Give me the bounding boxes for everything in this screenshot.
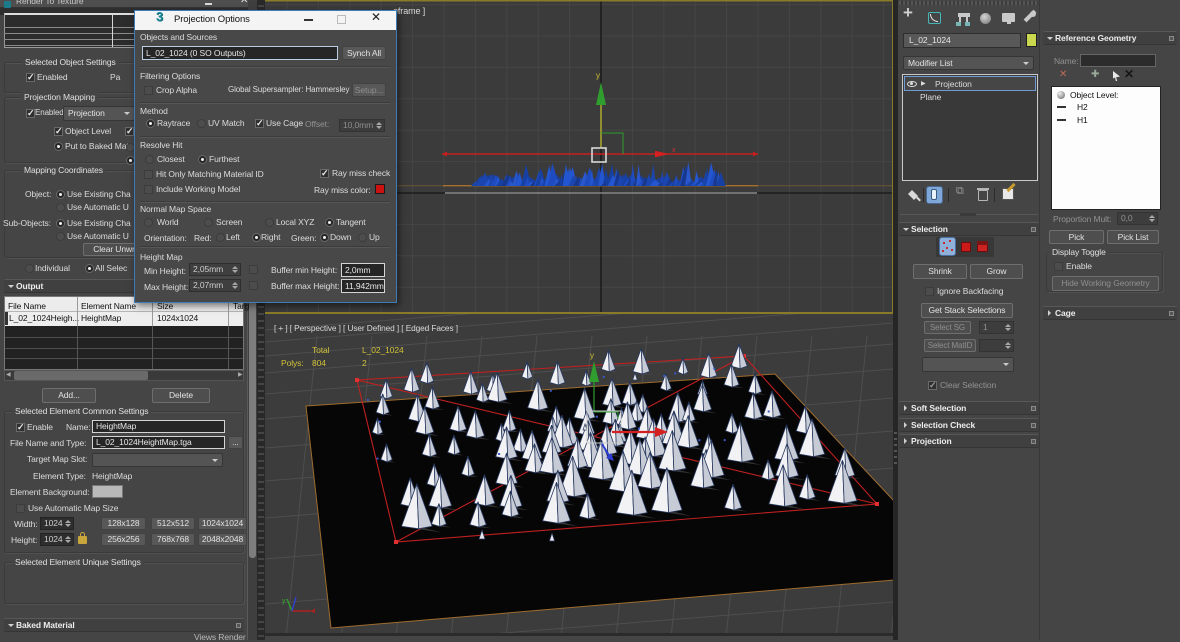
svg-text:y: y <box>590 351 594 360</box>
svg-text:804: 804 <box>312 358 326 368</box>
svg-text:Polys:: Polys: <box>281 358 304 368</box>
svg-text:Total: Total <box>312 345 330 355</box>
svg-text:L_02_1024: L_02_1024 <box>362 345 404 355</box>
svg-text:y: y <box>282 598 286 605</box>
svg-text:y: y <box>596 71 600 80</box>
svg-text:[ + ] [ Perspective ] [ User D: [ + ] [ Perspective ] [ User Defined ] [… <box>274 323 458 333</box>
svg-text:eframe ]: eframe ] <box>393 6 425 16</box>
svg-text:2: 2 <box>362 358 367 368</box>
svg-text:x: x <box>672 147 676 154</box>
